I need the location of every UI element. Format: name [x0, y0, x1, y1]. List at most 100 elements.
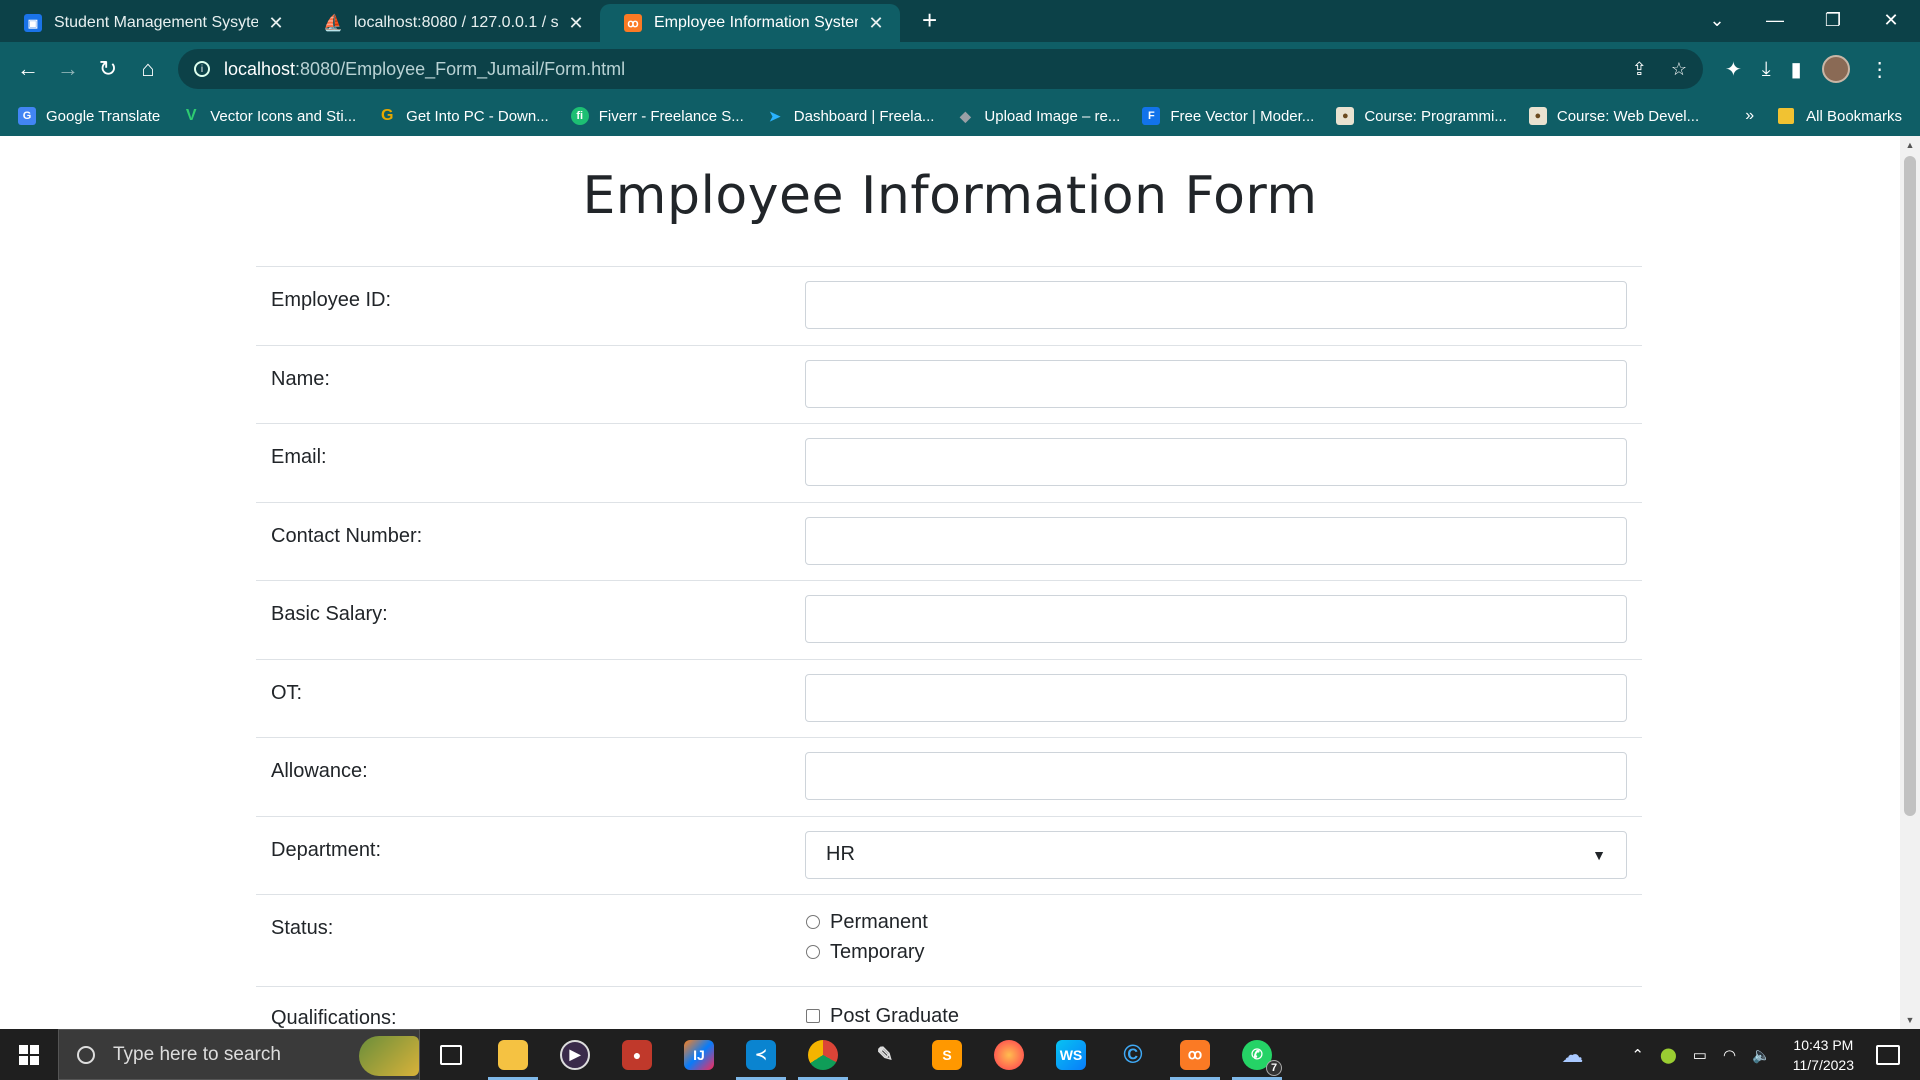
taskbar-intellij[interactable]: IJ — [668, 1029, 730, 1080]
wifi-icon[interactable]: ◠ — [1723, 1046, 1736, 1064]
status-option-temporary[interactable]: Temporary — [806, 937, 1627, 967]
site-info-icon[interactable]: i — [194, 61, 210, 77]
task-view-button[interactable] — [420, 1029, 482, 1080]
bookmark-label: Vector Icons and Sti... — [210, 107, 357, 125]
scrollbar-thumb[interactable] — [1904, 156, 1916, 816]
qualification-option-post-graduate[interactable]: Post Graduate — [806, 1001, 1627, 1029]
minimize-icon[interactable]: — — [1746, 10, 1804, 31]
contact-number-input[interactable] — [805, 516, 1627, 565]
security-icon[interactable]: ⬤ — [1660, 1046, 1677, 1064]
vscode-icon: ≺ — [746, 1039, 776, 1070]
bookmark-freelancer-dashboard[interactable]: ➤ Dashboard | Freela... — [766, 107, 935, 125]
allowance-input[interactable] — [805, 752, 1627, 800]
close-tab-icon[interactable]: ✕ — [566, 13, 586, 34]
share-icon[interactable]: ⇪ — [1632, 59, 1647, 80]
scroll-up-icon[interactable]: ▲ — [1900, 140, 1920, 150]
status-option-permanent[interactable]: Permanent — [806, 907, 1627, 937]
bookmark-get-into-pc[interactable]: G Get Into PC - Down... — [378, 107, 549, 125]
folder-icon — [498, 1039, 528, 1070]
google-translate-icon: G — [18, 107, 36, 125]
new-tab-icon[interactable]: + — [922, 5, 937, 36]
bookmark-fiverr[interactable]: fi Fiverr - Freelance S... — [570, 107, 744, 125]
taskbar-ccleaner[interactable]: © — [1102, 1029, 1164, 1080]
webstorm-icon: WS — [1056, 1039, 1086, 1070]
department-select[interactable]: HR ▼ — [805, 830, 1627, 879]
taskbar-search[interactable]: Type here to search — [58, 1029, 420, 1080]
email-label: Email: — [271, 446, 327, 468]
taskbar-camera-app[interactable]: ● — [606, 1029, 668, 1080]
basic-salary-label: Basic Salary: — [271, 603, 388, 625]
profile-avatar[interactable] — [1821, 55, 1850, 83]
weather-icon[interactable]: ☁ — [1561, 1042, 1583, 1068]
tab-student-management[interactable]: ▣ Student Management Sysytem - ✕ — [0, 4, 300, 42]
close-tab-icon[interactable]: ✕ — [266, 13, 286, 34]
ot-input[interactable] — [805, 673, 1627, 722]
contact-number-label: Contact Number: — [271, 524, 423, 547]
bookmark-course-programming[interactable]: ● Course: Programmi... — [1336, 107, 1507, 125]
bookmark-free-vector[interactable]: F Free Vector | Moder... — [1142, 107, 1314, 125]
bookmark-course-web[interactable]: ● Course: Web Devel... — [1528, 107, 1699, 125]
employee-id-input[interactable] — [805, 281, 1627, 329]
windows-taskbar: Type here to search ▶ ● IJ ≺ ✎ S WS © ꝏ … — [0, 1029, 1920, 1080]
taskbar-whatsapp[interactable]: ✆ 7 — [1226, 1029, 1288, 1080]
notifications-icon[interactable] — [1876, 1044, 1900, 1065]
bookmark-vector-icons[interactable]: V Vector Icons and Sti... — [182, 107, 356, 125]
bookmark-label: Get Into PC - Down... — [406, 107, 549, 125]
taskbar-vscode[interactable]: ≺ — [730, 1029, 792, 1080]
reload-icon[interactable]: ↻ — [88, 56, 128, 82]
fiverr-icon: fi — [570, 107, 589, 125]
name-input[interactable] — [805, 359, 1627, 408]
menu-icon[interactable]: ⋮ — [1870, 57, 1890, 82]
employee-form: Employee ID: Name: Email: Contact Number… — [256, 266, 1642, 1029]
tab-search-icon[interactable]: ⌄ — [1688, 10, 1746, 31]
form-row-allowance: Allowance: — [256, 737, 1642, 816]
freelancer-icon: ➤ — [768, 107, 781, 124]
bookmark-upload-image[interactable]: ◆ Upload Image – re... — [956, 107, 1120, 125]
close-tab-icon[interactable]: ✕ — [866, 13, 886, 34]
email-input[interactable] — [805, 438, 1627, 486]
taskbar-file-explorer[interactable] — [482, 1029, 544, 1080]
department-label: Department: — [271, 838, 382, 861]
taskbar-tools[interactable]: ✎ — [854, 1029, 916, 1080]
forward-icon[interactable]: → — [48, 56, 88, 82]
notification-badge: 7 — [1266, 1059, 1282, 1076]
tab-phpmyadmin[interactable]: ⛵ localhost:8080 / 127.0.0.1 / sam ✕ — [300, 4, 600, 42]
side-panel-icon[interactable]: ▮ — [1791, 57, 1802, 82]
taskbar-xampp[interactable]: ꝏ — [1164, 1029, 1226, 1080]
taskbar-webstorm[interactable]: WS — [1040, 1029, 1102, 1080]
taskbar-chrome[interactable] — [792, 1029, 854, 1080]
more-bookmarks-icon[interactable]: » — [1745, 107, 1754, 125]
bookmark-google-translate[interactable]: G Google Translate — [18, 107, 160, 125]
student-app-icon: ▣ — [24, 14, 42, 32]
taskbar-sublime[interactable]: S — [916, 1029, 978, 1080]
battery-icon[interactable]: ▭ — [1693, 1046, 1707, 1064]
volume-icon[interactable]: 🔈 — [1752, 1046, 1771, 1064]
basic-salary-input[interactable] — [805, 595, 1627, 643]
extensions-icon[interactable]: ✦ — [1725, 57, 1742, 82]
all-bookmarks-button[interactable]: All Bookmarks — [1778, 108, 1902, 125]
download-icon[interactable]: ⤓ — [1762, 58, 1771, 81]
close-window-icon[interactable]: ✕ — [1862, 10, 1920, 31]
vertical-scrollbar[interactable]: ▲ ▼ — [1900, 136, 1920, 1029]
chevron-up-icon[interactable]: ⌃ — [1631, 1046, 1644, 1064]
post-graduate-checkbox[interactable] — [806, 1009, 820, 1023]
permanent-radio[interactable] — [806, 915, 820, 929]
taskbar-firefox[interactable] — [978, 1029, 1040, 1080]
tab-employee-info[interactable]: ꝏ Employee Information System ✕ — [600, 4, 900, 42]
temporary-radio[interactable] — [806, 945, 820, 959]
clock[interactable]: 10:43 PM 11/7/2023 — [1793, 1035, 1854, 1075]
home-icon[interactable]: ⌂ — [128, 56, 168, 82]
restore-icon[interactable]: ❐ — [1804, 10, 1862, 31]
phpmyadmin-icon: ⛵ — [323, 15, 343, 32]
scroll-down-icon[interactable]: ▼ — [1900, 1015, 1920, 1025]
back-icon[interactable]: ← — [8, 56, 48, 82]
toolbar-icons: ✦ ⤓ ▮ ⋮ — [1725, 55, 1890, 83]
start-button[interactable] — [0, 1029, 58, 1080]
taskbar-media-player[interactable]: ▶ — [544, 1029, 606, 1080]
chevron-down-icon: ▼ — [1592, 846, 1606, 863]
bookmark-star-icon[interactable]: ☆ — [1671, 59, 1687, 80]
department-selected-value: HR — [826, 843, 855, 865]
address-bar[interactable]: i localhost:8080/Employee_Form_Jumail/Fo… — [178, 49, 1703, 89]
tools-icon: ✎ — [876, 1044, 894, 1066]
bookmark-label: Upload Image – re... — [984, 107, 1121, 125]
